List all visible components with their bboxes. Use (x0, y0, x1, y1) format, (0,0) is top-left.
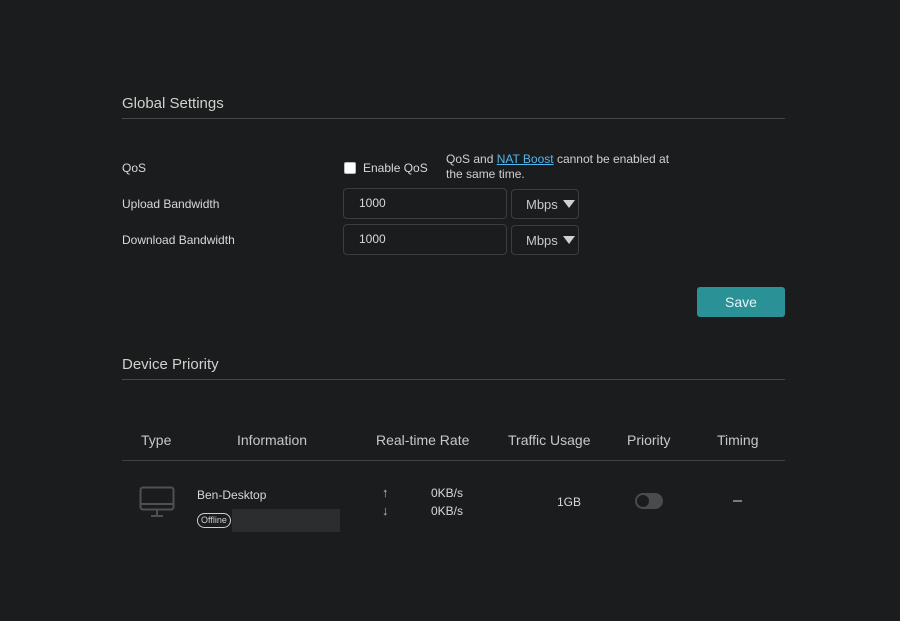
desktop-monitor-icon (139, 486, 175, 517)
global-settings-divider (122, 118, 785, 119)
priority-toggle[interactable] (635, 493, 663, 509)
traffic-usage: 1GB (557, 495, 582, 509)
dropdown-caret-icon (562, 236, 575, 244)
download-arrow-icon: ↓ (382, 503, 389, 518)
download-rate: 0KB/s (431, 504, 464, 518)
toggle-knob (637, 495, 649, 507)
download-bandwidth-label: Download Bandwidth (122, 233, 235, 247)
dropdown-caret-icon (562, 200, 575, 208)
download-unit-value: Mbps (526, 232, 558, 248)
enable-qos-label: Enable QoS (363, 161, 428, 175)
qos-note: QoS and NAT Boost cannot be enabled at t… (446, 152, 686, 182)
save-button[interactable]: Save (697, 287, 785, 317)
status-badge: Offline (197, 513, 231, 528)
nat-boost-link[interactable]: NAT Boost (497, 152, 554, 166)
qos-settings-page: Global Settings QoS Enable QoS QoS and N… (0, 0, 900, 621)
table-header-divider (122, 460, 785, 461)
timing-empty-dash (733, 500, 742, 502)
column-header-priority: Priority (627, 432, 671, 448)
column-header-timing: Timing (717, 432, 759, 448)
download-bandwidth-input[interactable]: 1000 (343, 224, 507, 255)
upload-unit-value: Mbps (526, 196, 558, 212)
column-header-type: Type (141, 432, 172, 448)
upload-arrow-icon: ↑ (382, 485, 389, 500)
qos-label: QoS (122, 161, 147, 175)
device-name: Ben-Desktop (197, 488, 267, 502)
checkbox-box[interactable] (344, 162, 356, 174)
download-unit-select[interactable]: Mbps (511, 225, 579, 255)
device-priority-title: Device Priority (122, 356, 219, 373)
column-header-realtime-rate: Real-time Rate (376, 432, 470, 448)
qos-note-prefix: QoS and (446, 152, 497, 166)
global-settings-title: Global Settings (122, 95, 224, 112)
column-header-information: Information (237, 432, 308, 448)
redacted-info-block (232, 509, 340, 532)
upload-rate: 0KB/s (431, 486, 464, 500)
upload-bandwidth-input[interactable]: 1000 (343, 188, 507, 219)
enable-qos-checkbox[interactable]: Enable QoS (344, 161, 428, 175)
column-header-traffic-usage: Traffic Usage (508, 432, 591, 448)
upload-bandwidth-label: Upload Bandwidth (122, 197, 220, 211)
device-priority-divider (122, 379, 785, 380)
upload-unit-select[interactable]: Mbps (511, 189, 579, 219)
